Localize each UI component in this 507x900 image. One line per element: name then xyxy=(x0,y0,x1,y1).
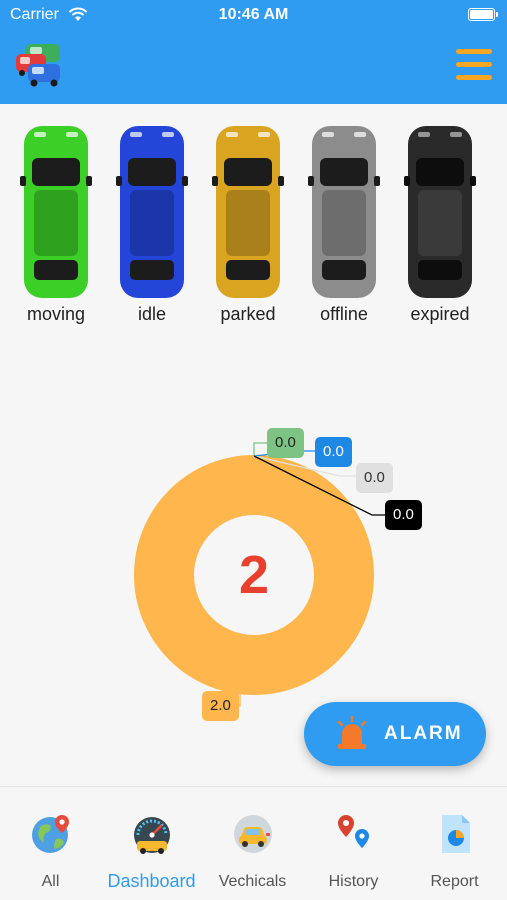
vehicle-status-row: moving idle parked offline expired xyxy=(0,120,507,330)
car-idle-icon xyxy=(116,126,188,298)
nav-label: Vechicals xyxy=(218,873,287,890)
car-expired-icon xyxy=(404,126,476,298)
nav-label: All xyxy=(41,873,60,890)
car-moving-icon xyxy=(20,126,92,298)
slice-label-moving: 0.0 xyxy=(267,428,304,458)
donut-center-total: 2 xyxy=(238,545,270,605)
car-icon xyxy=(234,815,272,853)
leader-moving xyxy=(253,442,268,456)
status-label: idle xyxy=(137,304,167,324)
nav-label: History xyxy=(328,873,379,890)
nav-all[interactable]: All xyxy=(0,787,101,900)
slice-label-expired: 0.0 xyxy=(385,500,422,530)
nav-dashboard[interactable]: Dashboard xyxy=(101,787,202,900)
status-label: offline xyxy=(320,304,368,324)
slice-label-parked: 2.0 xyxy=(202,691,239,721)
alarm-label: ALARM xyxy=(384,723,463,744)
nav-label: Dashboard xyxy=(107,871,196,891)
siren-icon xyxy=(337,716,367,749)
status-label: expired xyxy=(410,304,470,324)
status-moving[interactable]: moving xyxy=(8,120,104,330)
slice-label-offline: 0.0 xyxy=(356,463,393,493)
alarm-button[interactable]: ALARM xyxy=(304,702,486,766)
globe-pin-icon xyxy=(32,815,69,853)
status-expired[interactable]: expired xyxy=(392,120,488,330)
menu-button[interactable] xyxy=(454,46,494,82)
status-offline[interactable]: offline xyxy=(296,120,392,330)
slice-label-idle: 0.0 xyxy=(315,437,352,467)
status-bar: Carrier 10:46 AM xyxy=(0,0,507,30)
status-label: parked xyxy=(220,304,276,324)
car-parked-icon xyxy=(212,126,284,298)
car-offline-icon xyxy=(308,126,380,298)
nav-vehicles[interactable]: Vechicals xyxy=(202,787,303,900)
nav-history[interactable]: History xyxy=(303,787,404,900)
status-label: moving xyxy=(26,304,86,324)
cars-logo-icon xyxy=(16,44,60,87)
battery-icon xyxy=(468,8,498,21)
report-document-icon xyxy=(442,815,470,853)
location-pins-icon xyxy=(338,815,369,848)
app-bar: Carrier 10:46 AM xyxy=(0,0,507,104)
clock-label: 10:46 AM xyxy=(218,6,289,23)
status-parked[interactable]: parked xyxy=(200,120,296,330)
status-idle[interactable]: idle xyxy=(104,120,200,330)
nav-report[interactable]: Report xyxy=(404,787,505,900)
nav-label: Report xyxy=(430,873,479,890)
speedometer-icon xyxy=(134,817,170,854)
bottom-nav: All Dashboard Vechicals History Report xyxy=(0,786,507,900)
